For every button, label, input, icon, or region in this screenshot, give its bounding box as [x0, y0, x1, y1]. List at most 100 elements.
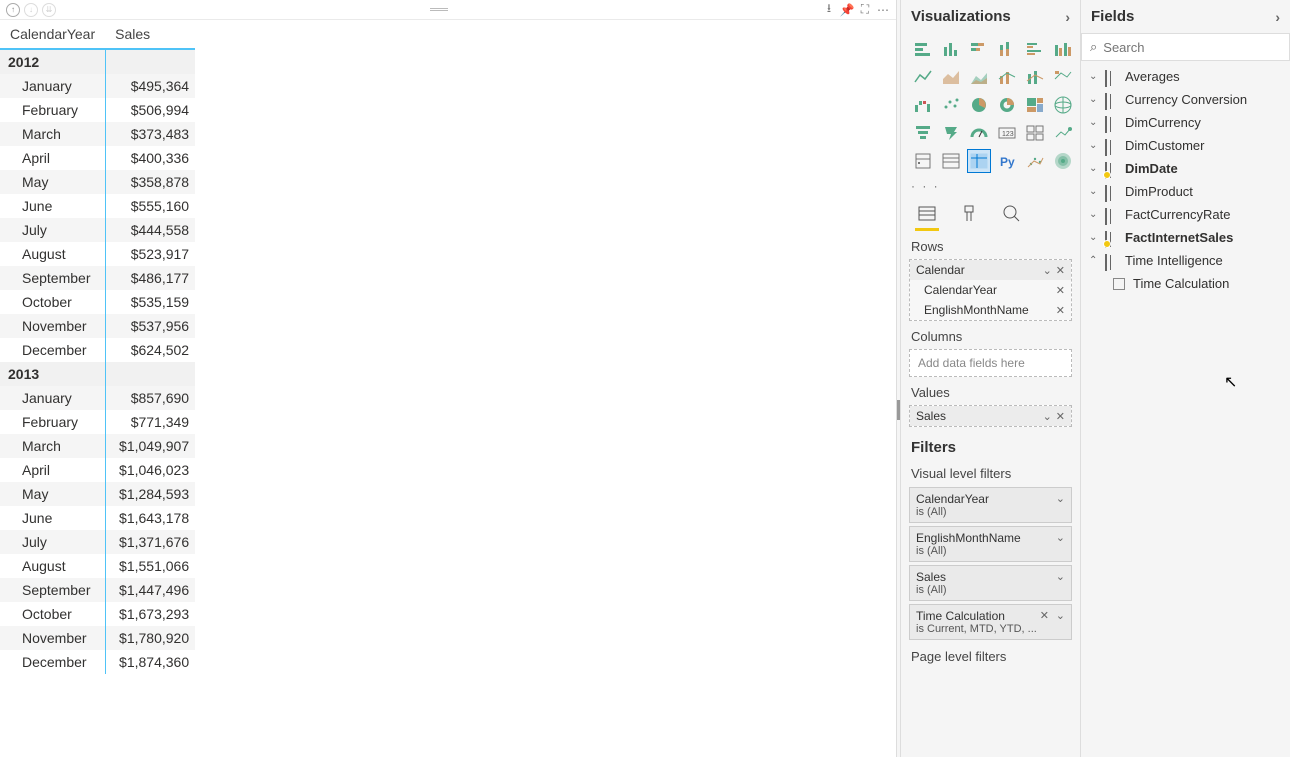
viz-type-icon[interactable] — [1023, 65, 1047, 89]
rows-well[interactable]: Calendar⌄✕ CalendarYear✕ EnglishMonthNam… — [909, 259, 1072, 321]
viz-type-icon[interactable] — [1023, 121, 1047, 145]
chevron-down-icon[interactable]: ⌄ — [1089, 94, 1099, 105]
more-visuals-icon[interactable]: · · · — [901, 177, 1080, 195]
chevron-down-icon[interactable]: ⌄ — [1089, 117, 1099, 128]
chevron-down-icon[interactable]: ⌄ — [1089, 186, 1099, 197]
export-data-icon[interactable]: ⭳ — [822, 3, 836, 17]
table-item[interactable]: ⌃Time Intelligence — [1081, 249, 1290, 272]
month-cell[interactable]: July — [0, 530, 105, 554]
viz-type-icon[interactable] — [911, 149, 935, 173]
viz-type-icon[interactable] — [1051, 65, 1075, 89]
month-cell[interactable]: December — [0, 650, 105, 674]
month-cell[interactable]: March — [0, 434, 105, 458]
viz-type-icon[interactable] — [939, 65, 963, 89]
viz-type-icon[interactable] — [1023, 149, 1047, 173]
month-cell[interactable]: August — [0, 242, 105, 266]
chevron-up-icon[interactable]: ⌃ — [1089, 255, 1099, 266]
table-item[interactable]: ⌄Averages — [1081, 65, 1290, 88]
table-item[interactable]: ⌄DimDate — [1081, 157, 1290, 180]
viz-type-icon[interactable] — [995, 93, 1019, 117]
chevron-down-icon[interactable]: ⌄ — [1089, 232, 1099, 243]
search-input[interactable] — [1103, 40, 1281, 55]
viz-type-icon[interactable] — [1051, 149, 1075, 173]
month-cell[interactable]: May — [0, 482, 105, 506]
table-item[interactable]: ⌄Currency Conversion — [1081, 88, 1290, 111]
remove-icon[interactable]: ✕ — [1056, 264, 1065, 277]
viz-type-icon[interactable] — [967, 121, 991, 145]
drill-down-icon[interactable]: ↓ — [24, 3, 38, 17]
month-cell[interactable]: October — [0, 602, 105, 626]
viz-type-icon[interactable] — [967, 93, 991, 117]
table-item[interactable]: ⌄FactInternetSales — [1081, 226, 1290, 249]
viz-type-icon[interactable] — [1023, 37, 1047, 61]
filter-card[interactable]: Time Calculation is Current, MTD, YTD, .… — [909, 604, 1072, 640]
expand-all-icon[interactable]: ⇊ — [42, 3, 56, 17]
month-cell[interactable]: February — [0, 410, 105, 434]
month-cell[interactable]: December — [0, 338, 105, 362]
values-well[interactable]: Sales⌄✕ — [909, 405, 1072, 427]
chevron-down-icon[interactable]: ⌄ — [1089, 140, 1099, 151]
matrix-visual[interactable]: CalendarYear Sales 2012January$495,364Fe… — [0, 20, 195, 674]
focus-mode-icon[interactable]: ⛶ — [858, 3, 872, 17]
remove-icon[interactable]: ✕ — [1056, 284, 1065, 297]
field-item[interactable]: Time Calculation — [1081, 272, 1290, 295]
viz-type-icon[interactable] — [967, 149, 991, 173]
remove-icon[interactable]: ✕ — [1056, 410, 1065, 423]
chevron-down-icon[interactable]: ⌄ — [1089, 163, 1099, 174]
chevron-down-icon[interactable]: ⌄ — [1043, 410, 1052, 423]
filter-card[interactable]: Sales is (All) ⌄ — [909, 565, 1072, 601]
month-cell[interactable]: June — [0, 194, 105, 218]
visualizations-header[interactable]: Visualizations › — [901, 0, 1080, 33]
month-cell[interactable]: August — [0, 554, 105, 578]
month-cell[interactable]: April — [0, 146, 105, 170]
format-tab[interactable] — [957, 203, 981, 231]
viz-type-icon[interactable] — [1051, 121, 1075, 145]
year-group-cell[interactable]: 2012 — [0, 49, 105, 74]
fields-search[interactable]: ⌕ — [1081, 33, 1290, 61]
month-cell[interactable]: October — [0, 290, 105, 314]
year-group-cell[interactable]: 2013 — [0, 362, 105, 386]
chevron-down-icon[interactable]: ⌄ — [1089, 71, 1099, 82]
chevron-down-icon[interactable]: ⌄ — [1043, 264, 1052, 277]
checkbox[interactable] — [1113, 278, 1125, 290]
drill-up-icon[interactable]: ↑ — [6, 3, 20, 17]
remove-icon[interactable]: ✕ — [1040, 609, 1049, 622]
column-header[interactable]: CalendarYear — [0, 20, 105, 49]
viz-type-icon[interactable] — [995, 37, 1019, 61]
table-item[interactable]: ⌄FactCurrencyRate — [1081, 203, 1290, 226]
remove-icon[interactable]: ✕ — [1056, 304, 1065, 317]
column-header[interactable]: Sales — [105, 20, 195, 49]
pin-icon[interactable]: 📌 — [840, 3, 854, 17]
viz-type-icon[interactable] — [1051, 37, 1075, 61]
month-cell[interactable]: September — [0, 266, 105, 290]
viz-type-icon[interactable] — [939, 37, 963, 61]
viz-type-icon[interactable] — [911, 65, 935, 89]
viz-type-icon[interactable] — [967, 37, 991, 61]
month-cell[interactable]: May — [0, 170, 105, 194]
viz-type-icon[interactable] — [1023, 93, 1047, 117]
month-cell[interactable]: July — [0, 218, 105, 242]
chevron-down-icon[interactable]: ⌄ — [1089, 209, 1099, 220]
chevron-down-icon[interactable]: ⌄ — [1056, 531, 1065, 544]
viz-type-icon[interactable] — [911, 93, 935, 117]
filter-card[interactable]: EnglishMonthName is (All) ⌄ — [909, 526, 1072, 562]
viz-type-icon[interactable] — [967, 65, 991, 89]
table-item[interactable]: ⌄DimCurrency — [1081, 111, 1290, 134]
viz-type-icon[interactable] — [939, 93, 963, 117]
fields-tab[interactable] — [915, 203, 939, 231]
chevron-down-icon[interactable]: ⌄ — [1056, 492, 1065, 505]
viz-type-icon[interactable] — [939, 149, 963, 173]
table-item[interactable]: ⌄DimCustomer — [1081, 134, 1290, 157]
pane-splitter[interactable] — [896, 0, 900, 757]
chevron-down-icon[interactable]: ⌄ — [1056, 609, 1065, 622]
viz-type-icon[interactable] — [995, 65, 1019, 89]
fields-header[interactable]: Fields › — [1081, 0, 1290, 33]
month-cell[interactable]: June — [0, 506, 105, 530]
columns-well[interactable]: Add data fields here — [909, 349, 1072, 377]
month-cell[interactable]: January — [0, 74, 105, 98]
month-cell[interactable]: September — [0, 578, 105, 602]
filter-card[interactable]: CalendarYear is (All) ⌄ — [909, 487, 1072, 523]
viz-type-icon[interactable]: Py — [995, 149, 1019, 173]
month-cell[interactable]: March — [0, 122, 105, 146]
viz-type-icon[interactable] — [911, 37, 935, 61]
